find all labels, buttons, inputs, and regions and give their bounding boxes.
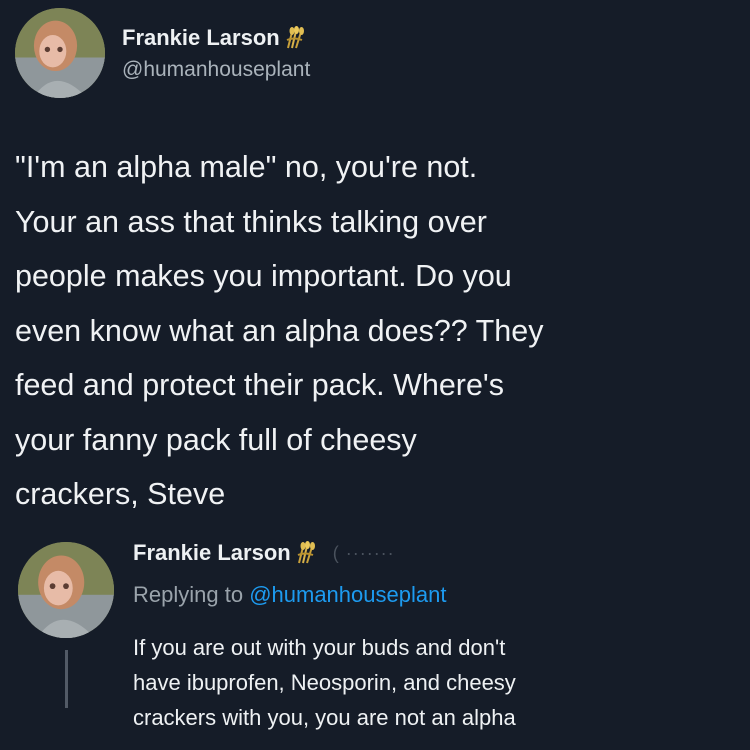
reply-text-line: If you are out with your buds and don't xyxy=(133,635,506,660)
reply-text-line: crackers with you, you are not an alpha xyxy=(133,705,516,730)
thread-line xyxy=(65,650,68,708)
reply-display-name[interactable]: Frankie Larson xyxy=(133,540,291,566)
reply-text: If you are out with your buds and don't … xyxy=(133,630,733,735)
tweet-text-line: Your an ass that thinks talking over xyxy=(15,204,487,239)
author-handle[interactable]: @humanhouseplant xyxy=(122,58,310,82)
reply-avatar[interactable] xyxy=(18,542,114,638)
faded-handle-text: ( ······· xyxy=(332,542,395,563)
profile-photo xyxy=(18,542,114,638)
tweet-text: "I'm an alpha male" no, you're not. Your… xyxy=(15,140,735,522)
reply-author-name-row: Frankie Larson ( ······· xyxy=(133,540,395,566)
reply-text-line: have ibuprofen, Neosporin, and cheesy xyxy=(133,670,516,695)
tweet-text-line: crackers, Steve xyxy=(15,477,226,511)
wheat-sheaf-icon xyxy=(282,26,308,50)
replying-to-label: Replying to xyxy=(133,582,250,607)
replying-to-handle-link[interactable]: @humanhouseplant xyxy=(249,582,446,607)
tweet-text-line: "I'm an alpha male" no, you're not. xyxy=(15,150,478,184)
tweet-text-line: feed and protect their pack. Where's xyxy=(15,368,504,402)
replying-to: Replying to @humanhouseplant xyxy=(133,582,446,608)
tweet-text-line: your fanny pack full of cheesy xyxy=(15,422,417,457)
author-name-row: Frankie Larson xyxy=(122,25,308,51)
profile-photo xyxy=(15,8,105,98)
tweet-text-line: even know what an alpha does?? They xyxy=(15,313,544,348)
wheat-sheaf-icon xyxy=(293,541,319,565)
tweet-text-line: people makes you important. Do you xyxy=(15,259,512,293)
display-name[interactable]: Frankie Larson xyxy=(122,25,280,51)
tweet-screenshot: Frankie Larson @humanhouseplant "I'm an … xyxy=(0,0,750,750)
avatar[interactable] xyxy=(15,8,105,98)
